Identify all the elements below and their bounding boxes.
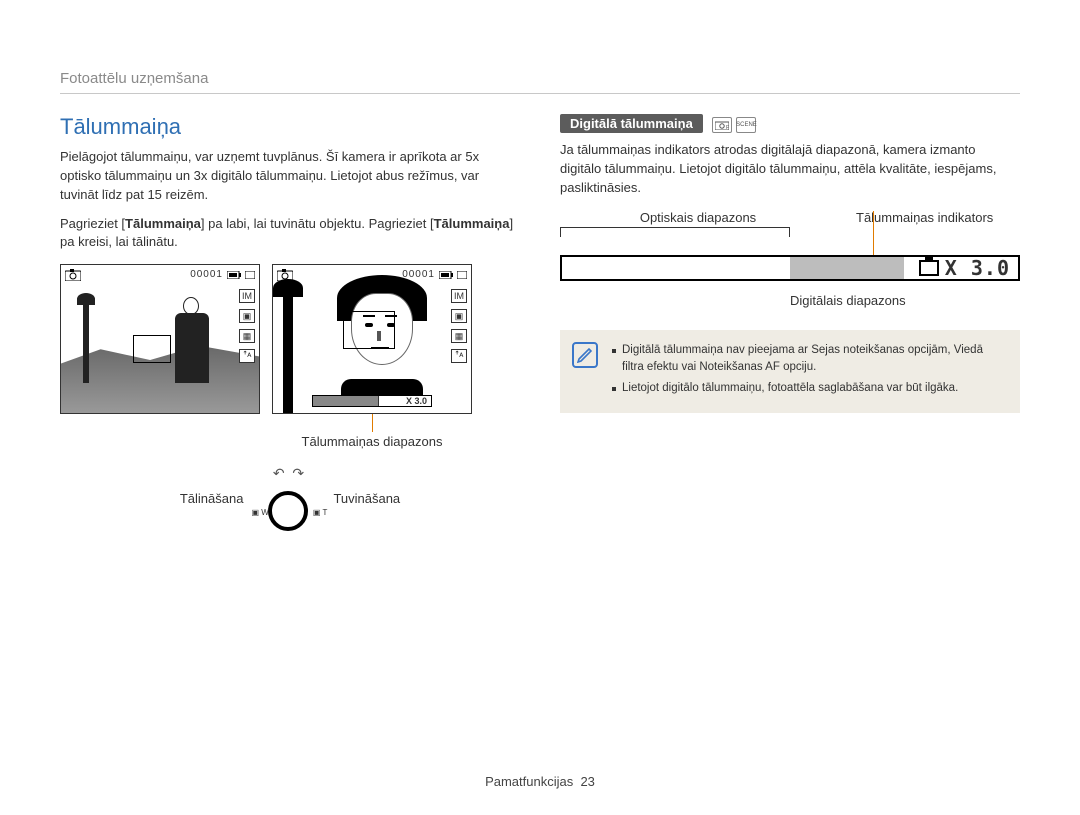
zoom-instruction-paragraph: Pagrieziet [Tālummaiņa] pa labi, lai tuv… — [60, 215, 520, 253]
zoom-out-label: Tālināšana — [180, 491, 244, 506]
zoom-in-label: Tuvināšana — [333, 491, 400, 506]
page-footer: Pamatfunkcijas 23 — [0, 774, 1080, 789]
camera-icon — [277, 269, 293, 284]
digital-zoom-paragraph: Ja tālummaiņas indikators atrodas digitā… — [560, 141, 1020, 198]
camera-icon — [919, 260, 939, 276]
camera-icon — [65, 269, 81, 284]
zoom-range-label: Tālummaiņas diapazons — [272, 434, 472, 449]
svg-text:P: P — [726, 125, 729, 130]
left-column: Tālummaiņa Pielāgojot tālummaiņu, var uz… — [60, 114, 520, 531]
note-item: Lietojot digitālo tālummaiņu, fotoattēla… — [612, 380, 1006, 397]
zoom-dial-row: Tālināšana ↶ ↷ ▣ W▣ T Tuvināšana — [60, 465, 520, 531]
preview-row: 00001 IM▣▦ꜛᴬ — [60, 264, 520, 414]
optical-range-label: Optiskais diapazons — [560, 210, 836, 225]
note-item: Digitālā tālummaiņa nav pieejama ar Seja… — [612, 342, 1006, 377]
frame-counter: 00001 — [190, 269, 255, 280]
zoom-value: X 3.0 — [945, 256, 1010, 280]
preview-wide: 00001 IM▣▦ꜛᴬ — [60, 264, 260, 414]
camera-mode-icon: P — [712, 117, 732, 133]
scene-mode-icon: SCENE — [736, 117, 756, 133]
mode-icons: P SCENE — [712, 117, 756, 133]
zoom-bar: X 3.0 — [312, 395, 432, 407]
person-icon — [175, 297, 209, 383]
right-column: Digitālā tālummaiņa P SCENE Ja tālummaiņ… — [560, 114, 1020, 531]
zoom-intro-paragraph: Pielāgojot tālummaiņu, var uzņemt tuvplā… — [60, 148, 520, 205]
callout-line — [372, 414, 373, 432]
section-title-zoom: Tālummaiņa — [60, 114, 520, 140]
lamp-icon — [83, 303, 89, 383]
frame-counter: 00001 — [402, 269, 467, 280]
note-box: Digitālā tālummaiņa nav pieejama ar Seja… — [560, 330, 1020, 414]
focus-box — [133, 335, 171, 363]
lamp-icon — [283, 293, 293, 413]
overlay-icons: IM▣▦ꜛᴬ — [239, 289, 255, 363]
zoom-dial-icon: ↶ ↷ ▣ W▣ T — [261, 465, 315, 531]
digital-range-label: Digitālais diapazons — [790, 293, 1020, 308]
overlay-icons: IM▣▦ꜛᴬ — [451, 289, 467, 363]
focus-box — [343, 311, 395, 349]
note-icon — [572, 342, 598, 368]
digital-zoom-heading: Digitālā tālummaiņa — [560, 114, 703, 133]
breadcrumb: Fotoattēlu uzņemšana — [60, 70, 1020, 94]
preview-zoomed: 00001 IM▣▦ꜛᴬ X 3.0 — [272, 264, 472, 414]
zoom-indicator-label: Tālummaiņas indikators — [836, 210, 1020, 225]
zoom-diagram: Optiskais diapazons Tālummaiņas indikato… — [560, 210, 1020, 308]
